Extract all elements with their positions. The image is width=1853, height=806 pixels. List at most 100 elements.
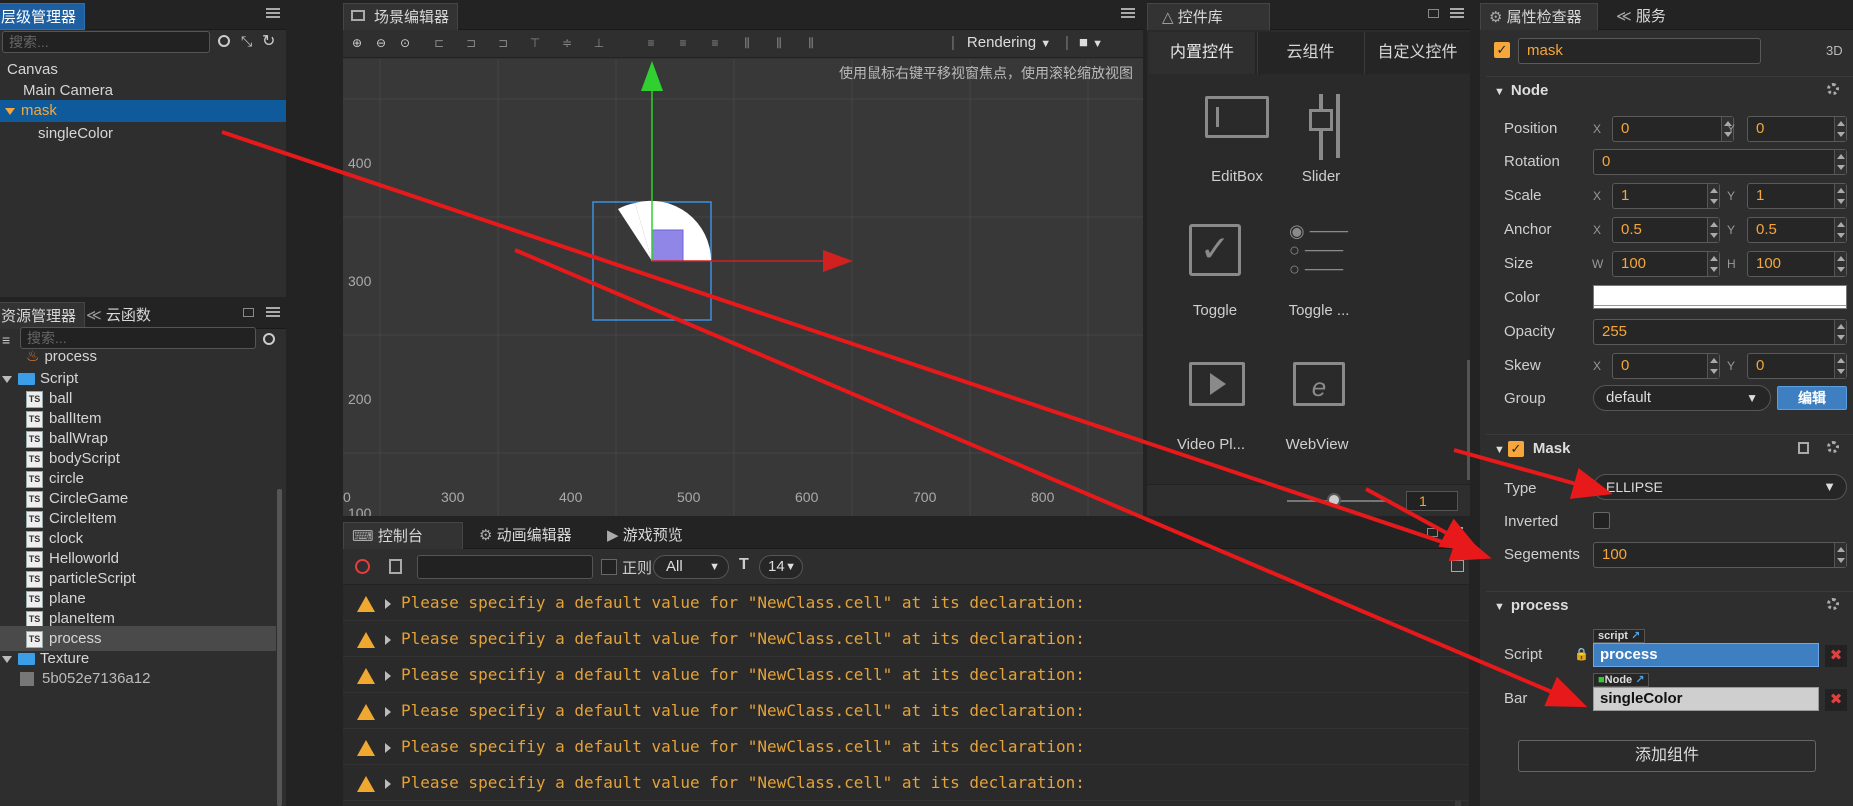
- subtab-custom[interactable]: 自定义控件: [1364, 32, 1470, 74]
- toggle-group-icon[interactable]: ◉ ─── ○ ─── ○ ───: [1289, 222, 1349, 279]
- mask-enabled-checkbox[interactable]: ✓: [1508, 441, 1524, 457]
- scene-viewport[interactable]: 使用鼠标右键平移视窗焦点，使用滚轮缩放视图 400 300 200 100 0 …: [343, 59, 1143, 516]
- console-filter-input[interactable]: [417, 555, 593, 579]
- group-select[interactable]: default ▼: [1593, 385, 1771, 411]
- align-middle-icon[interactable]: ≑: [559, 35, 575, 51]
- regex-checkbox[interactable]: [601, 559, 617, 575]
- tab-game-preview[interactable]: ▶ 游戏预览: [599, 522, 691, 549]
- tab-console[interactable]: ⌨ 控制台: [343, 522, 463, 549]
- distribute-right-icon[interactable]: ⫼: [803, 35, 819, 51]
- process-section-header[interactable]: ▼ process: [1486, 591, 1853, 619]
- tab-animation-editor[interactable]: ⚙ 动画编辑器: [471, 522, 580, 549]
- bar-node-field[interactable]: singleColor: [1593, 687, 1819, 711]
- subtab-cloud[interactable]: 云组件: [1257, 32, 1363, 74]
- remove-script-icon[interactable]: ✖: [1825, 645, 1847, 667]
- menu-icon[interactable]: [1121, 8, 1135, 18]
- gear-icon[interactable]: [1827, 441, 1839, 453]
- log-row[interactable]: Please specifiy a default value for "New…: [343, 693, 1469, 729]
- gear-icon[interactable]: [1827, 83, 1839, 95]
- stepper-icon[interactable]: [1834, 117, 1846, 141]
- search-icon[interactable]: [263, 333, 275, 345]
- log-row[interactable]: Please specifiy a default value for "New…: [343, 585, 1469, 621]
- stepper-icon[interactable]: [1834, 543, 1846, 567]
- align-center-icon[interactable]: ⊐: [463, 35, 479, 51]
- stepper-icon[interactable]: [1834, 320, 1846, 344]
- expand-arrow-icon[interactable]: [385, 634, 391, 645]
- tab-widget-library[interactable]: △ 控件库: [1147, 3, 1270, 30]
- stepper-icon[interactable]: [1707, 354, 1719, 378]
- tab-hierarchy[interactable]: 层级管理器: [0, 3, 86, 30]
- align-top-icon[interactable]: ⊤: [527, 35, 543, 51]
- menu-icon[interactable]: [1449, 527, 1463, 537]
- zoom-out-icon[interactable]: ⊖: [373, 35, 389, 51]
- toggle-icon[interactable]: ✓: [1189, 224, 1241, 276]
- asset-item-process-prefab[interactable]: ♨ process: [0, 346, 286, 368]
- distribute-middle-icon[interactable]: ≡: [675, 35, 691, 51]
- font-size-select[interactable]: 14 ▼: [759, 555, 803, 579]
- zoom-reset-icon[interactable]: ⊙: [397, 35, 413, 51]
- stepper-icon[interactable]: [1834, 218, 1846, 242]
- tab-assets[interactable]: 资源管理器: [0, 302, 86, 329]
- distribute-center-icon[interactable]: ⫼: [771, 35, 787, 51]
- scale-x-input[interactable]: 1: [1612, 183, 1720, 209]
- doc-icon[interactable]: [1798, 442, 1809, 454]
- level-select[interactable]: All ▼: [653, 555, 729, 579]
- opacity-input[interactable]: 255: [1593, 319, 1847, 345]
- restore-icon[interactable]: [1428, 9, 1439, 18]
- expand-arrow-icon[interactable]: [2, 375, 12, 383]
- stepper-icon[interactable]: [1834, 354, 1846, 378]
- expand-arrow-icon[interactable]: [385, 742, 391, 753]
- expand-arrow-icon[interactable]: [2, 655, 12, 663]
- align-bottom-icon[interactable]: ⊥: [591, 35, 607, 51]
- expand-arrow-icon[interactable]: [385, 670, 391, 681]
- distribute-top-icon[interactable]: ≡: [643, 35, 659, 51]
- mode-3d-label[interactable]: 3D: [1826, 43, 1843, 58]
- asset-item-texture[interactable]: 5b052e7136a12: [0, 666, 286, 691]
- position-y-input[interactable]: 0: [1747, 116, 1847, 142]
- restore-icon[interactable]: [1427, 528, 1438, 537]
- stepper-icon[interactable]: [1707, 218, 1719, 242]
- expand-arrow-icon[interactable]: [385, 706, 391, 717]
- rotation-input[interactable]: 0: [1593, 149, 1847, 175]
- expand-arrow-icon[interactable]: [5, 107, 15, 115]
- skew-x-input[interactable]: 0: [1612, 353, 1720, 379]
- search-icon[interactable]: [218, 35, 230, 47]
- log-row[interactable]: Please specifiy a default value for "New…: [343, 729, 1469, 765]
- script-field[interactable]: process: [1593, 643, 1819, 667]
- collapse-log-icon[interactable]: [1451, 560, 1464, 572]
- video-player-icon[interactable]: [1189, 362, 1245, 406]
- tab-services[interactable]: ≪ 服务: [1608, 3, 1674, 30]
- position-x-input[interactable]: 0: [1612, 116, 1734, 142]
- log-row[interactable]: Please specifiy a default value for "New…: [343, 621, 1469, 657]
- zoom-slider-knob[interactable]: [1327, 493, 1341, 507]
- tab-inspector[interactable]: ⚙ 属性检查器: [1480, 3, 1598, 30]
- node-section-header[interactable]: ▼ Node: [1486, 76, 1853, 104]
- mask-type-select[interactable]: ELLIPSE ▼: [1593, 474, 1847, 500]
- color-swatch[interactable]: [1593, 285, 1847, 309]
- zoom-value-input[interactable]: 1: [1406, 491, 1458, 511]
- menu-icon[interactable]: [266, 307, 280, 317]
- stepper-icon[interactable]: [1834, 252, 1846, 276]
- distribute-left-icon[interactable]: ⫼: [739, 35, 755, 51]
- align-left-icon[interactable]: ⊏: [431, 35, 447, 51]
- tree-item-single-color[interactable]: singleColor: [0, 121, 286, 146]
- clear-icon[interactable]: [355, 559, 370, 574]
- size-w-input[interactable]: 100: [1612, 251, 1720, 277]
- zoom-in-icon[interactable]: ⊕: [349, 35, 365, 51]
- stepper-icon[interactable]: [1707, 252, 1719, 276]
- distribute-bottom-icon[interactable]: ≡: [707, 35, 723, 51]
- camera-dropdown[interactable]: | ■ ▼: [1065, 34, 1103, 51]
- scale-y-input[interactable]: 1: [1747, 183, 1847, 209]
- add-component-button[interactable]: 添加组件: [1518, 740, 1816, 772]
- refresh-icon[interactable]: ↻: [262, 31, 275, 51]
- gear-icon[interactable]: [1827, 598, 1839, 610]
- library-scrollbar[interactable]: [1467, 360, 1470, 480]
- node-active-checkbox[interactable]: ✓: [1494, 42, 1510, 58]
- inverted-checkbox[interactable]: [1593, 512, 1610, 529]
- remove-bar-icon[interactable]: ✖: [1825, 689, 1847, 711]
- subtab-builtin[interactable]: 内置控件: [1149, 32, 1255, 74]
- rendering-dropdown[interactable]: | Rendering ▼: [951, 34, 1051, 51]
- stepper-icon[interactable]: [1707, 184, 1719, 208]
- anchor-x-input[interactable]: 0.5: [1612, 217, 1720, 243]
- anchor-y-input[interactable]: 0.5: [1747, 217, 1847, 243]
